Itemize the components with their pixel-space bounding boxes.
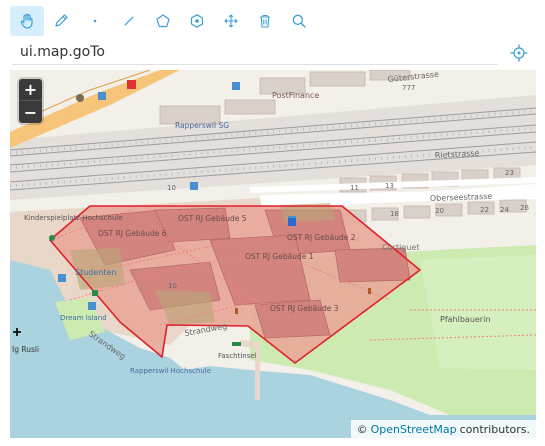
water-icon (88, 302, 96, 310)
label-26: 26 (520, 204, 529, 212)
label-777: 777 (402, 84, 415, 92)
draw-line-tool-button[interactable] (112, 6, 146, 36)
line-icon (124, 16, 134, 26)
label-ig-rusli: Ig Rusli (12, 345, 39, 354)
label-oberseestrasse: Oberseestrasse (430, 192, 493, 203)
label-ost-3: OST RJ Gebäude 3 (270, 304, 339, 313)
hospital-icon (127, 80, 136, 89)
crosshair-icon (510, 44, 528, 62)
trash-icon (260, 14, 270, 28)
draw-polygon-tool-button[interactable] (146, 6, 180, 36)
zoom-in-button[interactable]: + (19, 79, 42, 101)
delete-tool-button[interactable] (248, 6, 282, 36)
map-attribution: © OpenStreetMap contributors. (350, 420, 536, 438)
label-ost-2: OST RJ Gebäude 2 (287, 233, 356, 242)
label-11: 11 (350, 184, 359, 192)
label-23: 23 (505, 169, 514, 177)
label-dream-island: Dream Island (60, 314, 107, 322)
search-icon (292, 14, 306, 28)
parking-icon (190, 182, 198, 190)
cafe-icon (288, 218, 296, 226)
hand-icon (20, 13, 33, 29)
draw-freehand-tool-button[interactable] (44, 6, 78, 36)
info-icon (76, 94, 84, 102)
label-24: 24 (500, 206, 509, 214)
label-rapperswil-hochschule: Rapperswil Hochschule (130, 367, 211, 375)
label-pfahlbauerin: Pfahlbauerin (440, 315, 490, 324)
goto-search-row (12, 40, 498, 65)
parking-icon (98, 92, 106, 100)
label-faschtinsel: Faschtinsel (218, 352, 257, 360)
label-ost-5: OST RJ Gebäude 5 (178, 214, 247, 223)
search-tool-button[interactable] (282, 6, 316, 36)
map-tiles: Güterstrasse PostFinance Rapperswil SG R… (10, 70, 536, 438)
label-curtiguet: Curtiguet (382, 243, 420, 252)
hexagon-dot-icon (190, 14, 204, 28)
zoom-out-button[interactable]: − (19, 101, 42, 123)
label-rapperswil-sg: Rapperswil SG (175, 121, 229, 130)
playground-icon (49, 235, 55, 241)
move-arrows-icon (224, 14, 238, 28)
water-icon (58, 274, 66, 282)
draw-point-tool-button[interactable] (78, 6, 112, 36)
label-postfinance: PostFinance (272, 91, 319, 100)
tower-icon (235, 308, 238, 314)
goto-search-input[interactable] (12, 40, 498, 64)
map-view[interactable]: Güterstrasse PostFinance Rapperswil SG R… (10, 70, 536, 438)
locate-button[interactable] (509, 43, 529, 63)
pan-tool-button[interactable] (10, 6, 44, 36)
label-ost-1: OST RJ Gebäude 1 (245, 252, 314, 261)
label-22: 22 (480, 206, 489, 214)
label-20: 20 (435, 207, 444, 215)
drawing-toolbar (10, 6, 316, 36)
move-tool-button[interactable] (214, 6, 248, 36)
label-10b: 10 (168, 282, 177, 290)
label-ost-6: OST RJ Gebäude 6 (98, 229, 167, 238)
label-studenten: Studenten (75, 268, 116, 277)
bus-stop-icon (232, 82, 240, 90)
pencil-icon (55, 14, 68, 27)
openstreetmap-link[interactable]: OpenStreetMap (371, 423, 457, 436)
zoom-control: + − (19, 79, 42, 123)
meadow-area (420, 255, 536, 370)
picnic-icon (232, 342, 241, 346)
label-kinderspielplatz: Kinderspielplatz Hochschule (24, 214, 123, 222)
point-icon (93, 19, 97, 23)
attribution-suffix: contributors. (459, 422, 530, 436)
copyright-symbol: © (356, 422, 368, 436)
label-18: 18 (390, 210, 399, 218)
label-10a: 10 (167, 184, 176, 192)
bike-parking-icon (92, 290, 98, 296)
tower-icon (368, 288, 371, 294)
draw-polygon-node-tool-button[interactable] (180, 6, 214, 36)
pentagon-icon (156, 14, 170, 28)
label-13: 13 (385, 182, 394, 190)
